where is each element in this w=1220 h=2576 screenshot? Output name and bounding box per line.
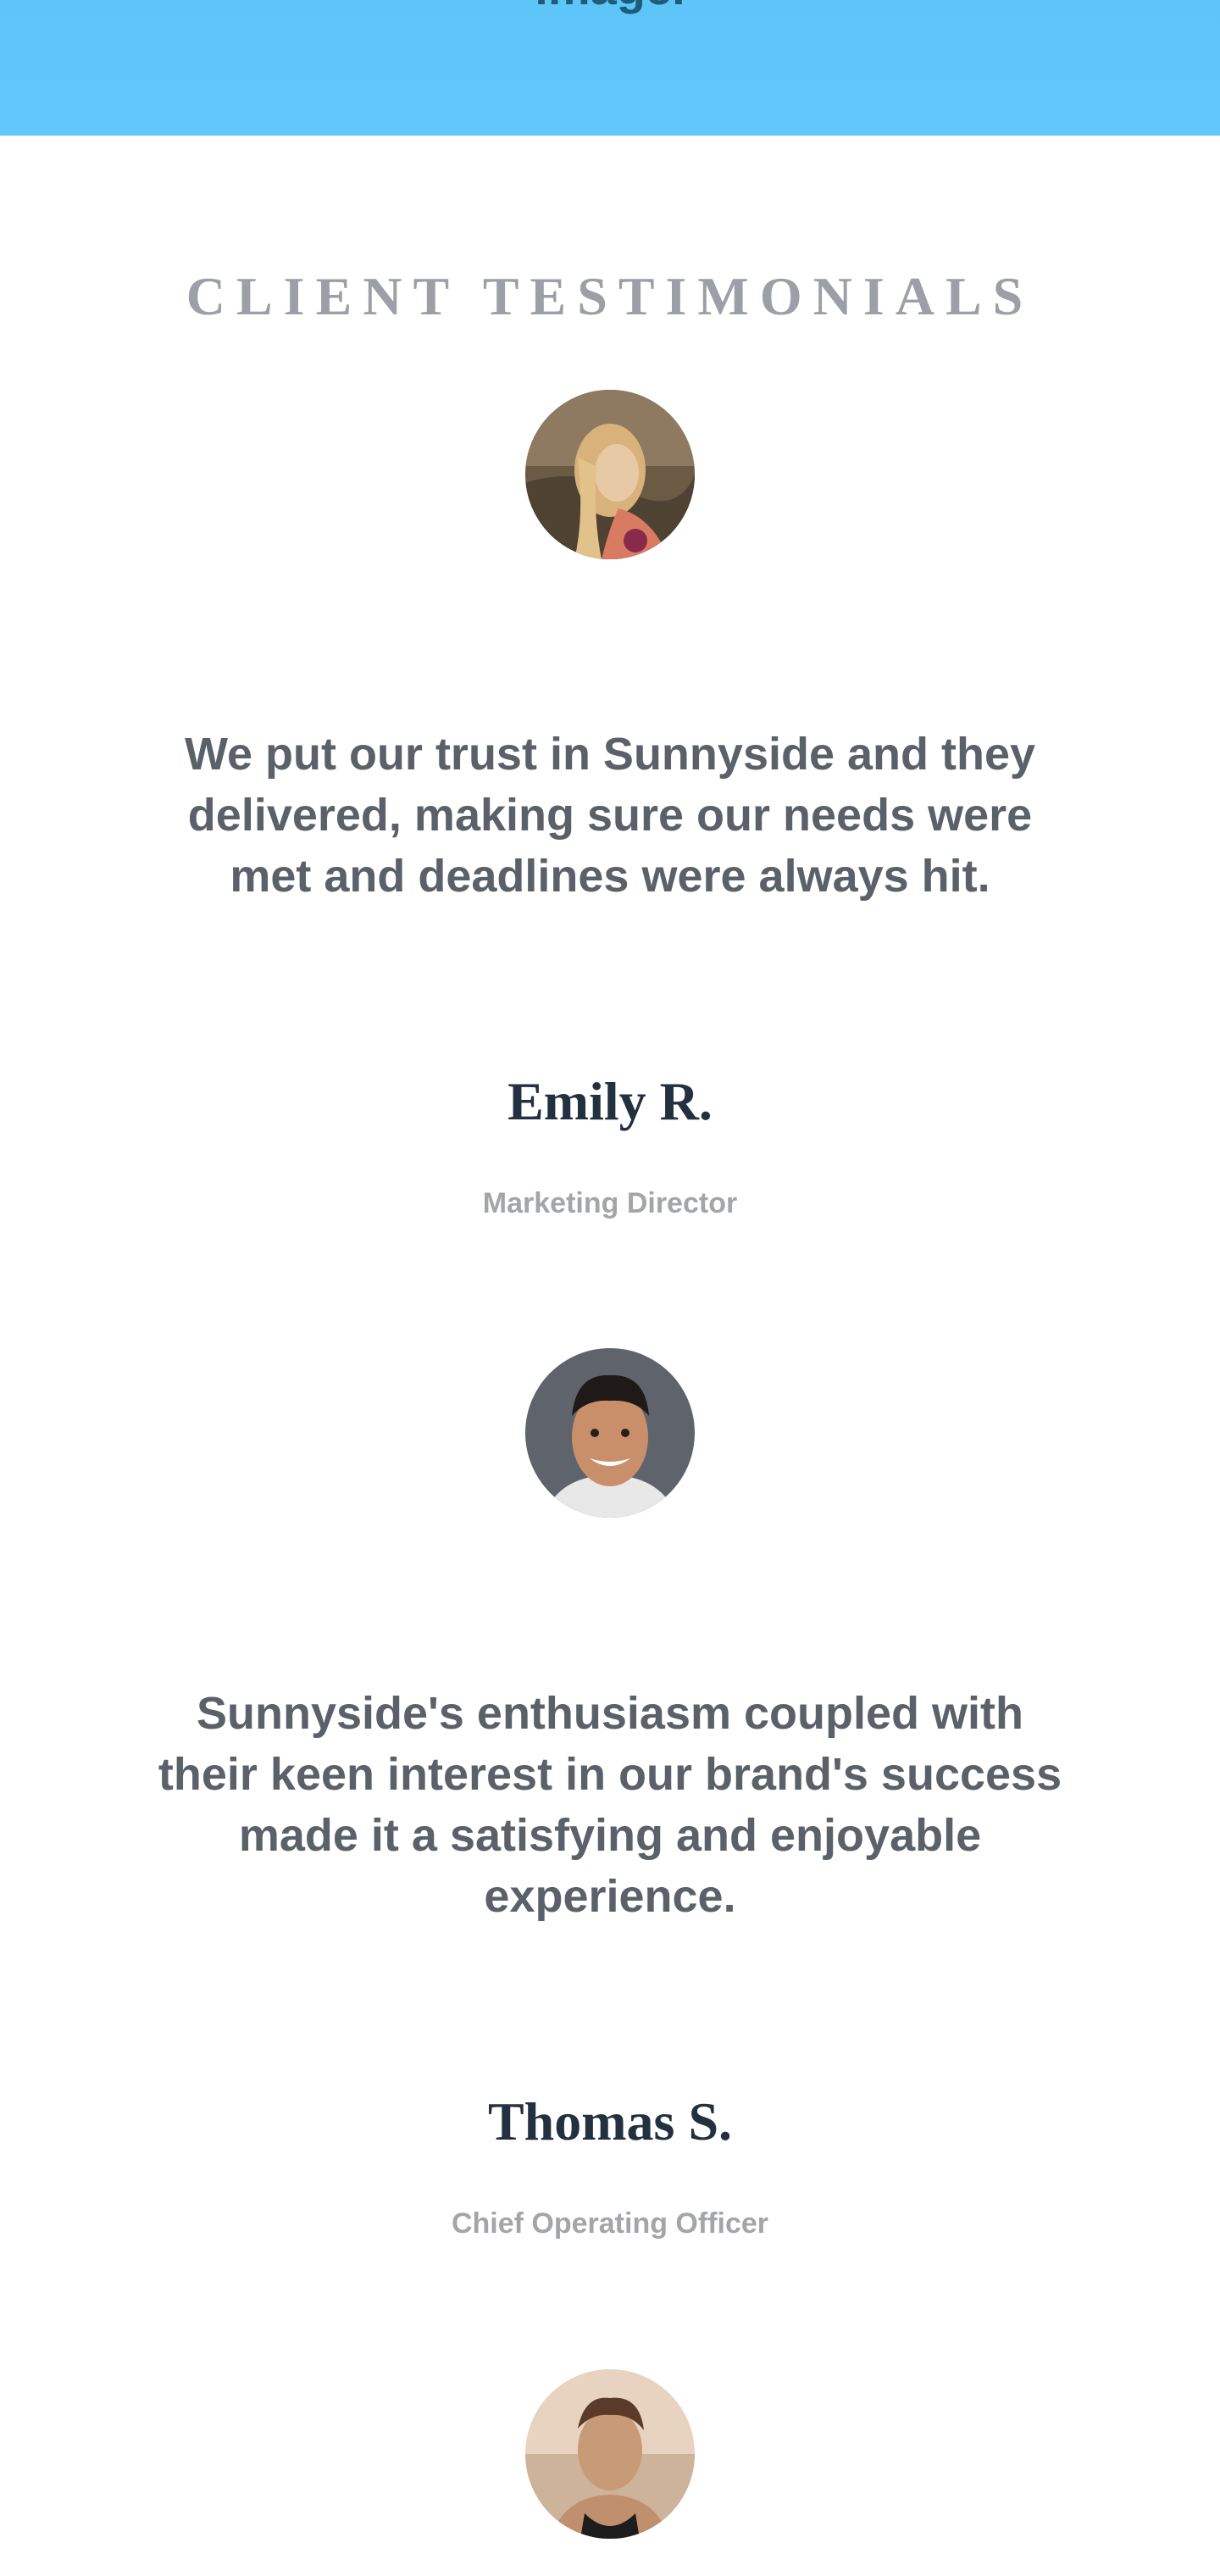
- testimonial-name: Thomas S.: [487, 2091, 733, 2151]
- section-title: CLIENT TESTIMONIALS: [186, 266, 1034, 326]
- woman-portrait-icon: [525, 2369, 695, 2539]
- testimonial-role: Chief Operating Officer: [451, 2207, 769, 2240]
- woman-portrait-icon: [525, 390, 695, 559]
- testimonial-name: Emily R.: [507, 1071, 713, 1131]
- testimonial-avatar-third: [525, 2369, 695, 2539]
- man-portrait-icon: [525, 1348, 695, 1518]
- testimonial-avatar-thomas: [525, 1348, 695, 1518]
- hero-banner: image.: [0, 0, 1220, 136]
- testimonial-quote: Sunnyside's enthusiasm coupled with thei…: [158, 1688, 1062, 1922]
- hero-caption: image.: [0, 0, 1220, 12]
- testimonial-quote: We put our trust in Sunnyside and they d…: [184, 729, 1036, 902]
- testimonial-role: Marketing Director: [482, 1187, 738, 1219]
- testimonial-avatar-emily: [525, 390, 695, 559]
